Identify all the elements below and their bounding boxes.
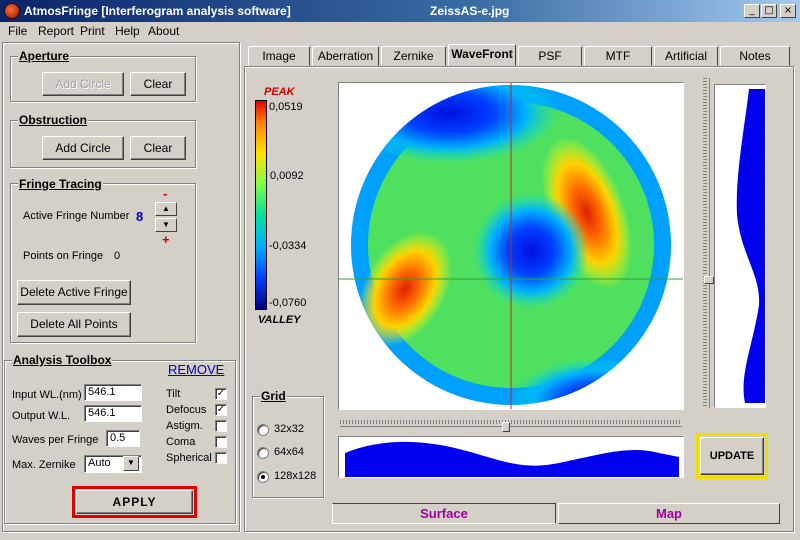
valley-label: VALLEY bbox=[258, 314, 301, 326]
tab-map[interactable]: Map bbox=[558, 503, 780, 524]
vertical-profile bbox=[714, 84, 766, 408]
waves-per-fringe-field[interactable]: 0.5 bbox=[106, 430, 140, 447]
aperture-add-circle-button[interactable]: Add Circle bbox=[42, 72, 124, 96]
coma-checkbox[interactable] bbox=[215, 436, 227, 448]
grid-128-radio[interactable] bbox=[257, 471, 269, 483]
wavefront-map[interactable] bbox=[338, 82, 684, 410]
output-wl-field[interactable]: 546.1 bbox=[84, 405, 142, 422]
peak-label: PEAK bbox=[264, 86, 295, 98]
horizontal-slider-thumb[interactable] bbox=[502, 422, 510, 432]
horizontal-slider-track[interactable] bbox=[340, 420, 682, 424]
analysis-toolbox-title: Analysis Toolbox bbox=[12, 353, 113, 367]
check-icon: ✓ bbox=[216, 388, 226, 399]
points-on-fringe-value: 0 bbox=[114, 250, 121, 262]
tab-mtf[interactable]: MTF bbox=[584, 46, 652, 66]
defocus-checkbox[interactable]: ✓ bbox=[215, 404, 227, 416]
check-icon: ✓ bbox=[216, 404, 226, 415]
scale-tick-peak: 0,0519 bbox=[269, 101, 303, 113]
app-icon bbox=[4, 3, 20, 19]
vertical-slider-thumb[interactable] bbox=[704, 276, 714, 284]
grid-64-label: 64x64 bbox=[274, 446, 304, 458]
menu-report[interactable]: Report bbox=[38, 24, 74, 38]
waves-per-fringe-label: Waves per Fringe bbox=[12, 434, 99, 446]
tab-surface[interactable]: Surface bbox=[332, 503, 556, 524]
up-arrow-icon: ▲ bbox=[162, 204, 170, 213]
minimize-button[interactable]: _ bbox=[744, 4, 760, 18]
grid-title: Grid bbox=[260, 389, 287, 403]
horizontal-slider-line bbox=[340, 426, 682, 427]
tab-wavefront[interactable]: WaveFront bbox=[448, 44, 516, 66]
max-zernike-label: Max. Zernike bbox=[12, 459, 76, 471]
close-button[interactable]: × bbox=[780, 4, 796, 18]
tab-image[interactable]: Image bbox=[248, 46, 310, 66]
max-zernike-value: Auto bbox=[88, 457, 111, 469]
vertical-slider-line bbox=[709, 78, 710, 408]
astigm-label: Astigm. bbox=[166, 420, 203, 432]
input-wl-label: Input WL.(nm) bbox=[12, 389, 82, 401]
maximize-button[interactable]: □ bbox=[761, 4, 777, 18]
max-zernike-select[interactable]: Auto ▼ bbox=[84, 455, 142, 473]
tab-zernike[interactable]: Zernike bbox=[381, 46, 446, 66]
grid-32-label: 32x32 bbox=[274, 423, 304, 435]
menu-help[interactable]: Help bbox=[115, 24, 140, 38]
delete-all-points-button[interactable]: Delete All Points bbox=[17, 312, 131, 337]
scale-tick-3: -0,0334 bbox=[269, 240, 307, 252]
defocus-label: Defocus bbox=[166, 404, 207, 416]
horizontal-profile-svg bbox=[345, 441, 679, 477]
tab-artificial[interactable]: Artificial bbox=[654, 46, 718, 66]
file-name: ZeissAS-e.jpg bbox=[430, 4, 510, 18]
obstruction-title: Obstruction bbox=[18, 113, 88, 127]
title-bar: AtmosFringe [Interferogram analysis soft… bbox=[0, 0, 800, 22]
grid-32-radio[interactable] bbox=[257, 424, 269, 436]
chevron-down-icon[interactable]: ▼ bbox=[123, 456, 139, 471]
update-button[interactable]: UPDATE bbox=[700, 437, 764, 475]
coma-label: Coma bbox=[166, 436, 196, 448]
window-title: AtmosFringe [Interferogram analysis soft… bbox=[24, 4, 291, 18]
spherical-label: Spherical bbox=[166, 452, 212, 464]
scale-tick-2: 0,0092 bbox=[270, 170, 304, 182]
apply-button[interactable]: APPLY bbox=[76, 490, 193, 514]
menu-print[interactable]: Print bbox=[80, 24, 105, 38]
output-wl-label: Output W.L. bbox=[12, 410, 71, 422]
minus-label: - bbox=[163, 186, 168, 201]
input-wl-field[interactable]: 546.1 bbox=[84, 384, 142, 401]
vertical-slider-track[interactable] bbox=[703, 78, 707, 408]
menu-about[interactable]: About bbox=[148, 24, 179, 38]
scale-tick-valley: -0,0760 bbox=[269, 297, 307, 309]
fringe-down-button[interactable]: ▼ bbox=[155, 218, 177, 232]
fringe-up-button[interactable]: ▲ bbox=[155, 202, 177, 216]
astigm-checkbox[interactable] bbox=[215, 420, 227, 432]
vertical-profile-svg bbox=[736, 89, 765, 403]
active-fringe-value: 8 bbox=[136, 209, 144, 224]
spherical-checkbox[interactable] bbox=[215, 452, 227, 464]
tab-aberration[interactable]: Aberration bbox=[312, 46, 379, 66]
plus-label: + bbox=[162, 232, 170, 247]
remove-link[interactable]: REMOVE bbox=[168, 362, 224, 377]
tilt-checkbox[interactable]: ✓ bbox=[215, 388, 227, 400]
delete-active-fringe-button[interactable]: Delete Active Fringe bbox=[17, 280, 131, 305]
down-arrow-icon: ▼ bbox=[162, 220, 170, 229]
grid-128-label: 128x128 bbox=[274, 470, 317, 482]
menu-bar: File Report Print Help About bbox=[0, 22, 800, 40]
horizontal-profile bbox=[338, 436, 684, 478]
tilt-label: Tilt bbox=[166, 388, 181, 400]
menu-file[interactable]: File bbox=[8, 24, 27, 38]
center-valley bbox=[473, 193, 589, 309]
fringe-tracing-title: Fringe Tracing bbox=[18, 177, 103, 191]
color-scale-bar bbox=[255, 100, 267, 310]
points-on-fringe-label: Points on Fringe bbox=[23, 250, 104, 262]
obstruction-add-circle-button[interactable]: Add Circle bbox=[42, 136, 124, 160]
grid-64-radio[interactable] bbox=[257, 447, 269, 459]
active-fringe-label: Active Fringe Number bbox=[23, 210, 130, 222]
aperture-clear-button[interactable]: Clear bbox=[130, 72, 186, 96]
tab-notes[interactable]: Notes bbox=[720, 46, 790, 66]
obstruction-clear-button[interactable]: Clear bbox=[130, 136, 186, 160]
wavefront-map-svg bbox=[339, 83, 683, 409]
tab-psf[interactable]: PSF bbox=[518, 46, 582, 66]
aperture-title: Aperture bbox=[18, 49, 71, 63]
